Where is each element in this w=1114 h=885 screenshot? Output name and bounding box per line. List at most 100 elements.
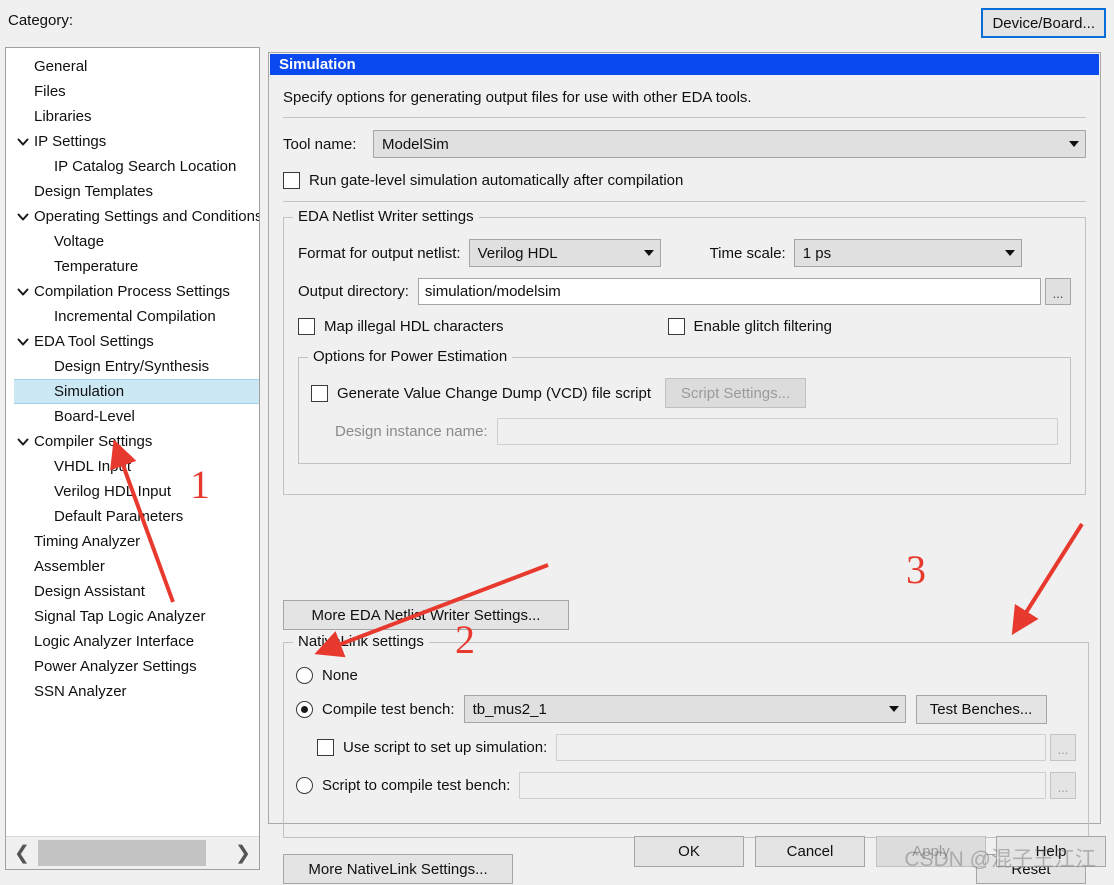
sidebar-item-simulation[interactable]: Simulation xyxy=(14,379,259,404)
nativelink-group-title: NativeLink settings xyxy=(293,633,429,650)
sidebar-item-label: Power Analyzer Settings xyxy=(34,658,197,675)
sidebar-item-eda-tool-settings[interactable]: EDA Tool Settings xyxy=(6,329,259,354)
sidebar-item-general[interactable]: General xyxy=(6,54,259,79)
sidebar-item-design-entry-synthesis[interactable]: Design Entry/Synthesis xyxy=(6,354,259,379)
settings-panel: Simulation Specify options for generatin… xyxy=(268,52,1101,884)
chevron-down-icon[interactable] xyxy=(16,204,30,229)
sidebar-item-label: Verilog HDL Input xyxy=(54,483,172,500)
power-group-title: Options for Power Estimation xyxy=(308,348,513,365)
sidebar-item-label: SSN Analyzer xyxy=(34,683,127,700)
run-gate-level-row[interactable]: Run gate-level simulation automatically … xyxy=(283,171,1086,189)
chevron-down-icon[interactable] xyxy=(16,279,30,304)
category-tree-list[interactable]: General Files Libraries IP Settings IP Catal… xyxy=(6,54,259,835)
map-illegal-hdl-label: Map illegal HDL characters xyxy=(324,317,504,335)
sidebar-item-label: IP Catalog Search Location xyxy=(54,158,237,175)
sidebar-item-label: Timing Analyzer xyxy=(34,533,141,550)
eda-netlist-writer-group: EDA Netlist Writer settings Format for o… xyxy=(283,208,1086,495)
chevron-down-icon xyxy=(1069,141,1079,147)
sidebar-item-ssn-analyzer[interactable]: SSN Analyzer xyxy=(6,679,259,704)
annotation-number-3: 3 xyxy=(906,547,926,592)
chevron-down-icon xyxy=(888,706,899,712)
sidebar-item-power-analyzer-settings[interactable]: Power Analyzer Settings xyxy=(6,654,259,679)
sidebar-item-label: Operating Settings and Conditions xyxy=(34,208,259,225)
compile-test-bench-label: Compile test bench: xyxy=(322,700,455,718)
script-compile-test-bench-label: Script to compile test bench: xyxy=(322,777,511,794)
sidebar-item-signal-tap-logic-analyzer[interactable]: Signal Tap Logic Analyzer xyxy=(6,604,259,629)
output-directory-row: Output directory: simulation/modelsim ..… xyxy=(298,278,1071,305)
sidebar-item-label: Design Entry/Synthesis xyxy=(54,358,210,375)
sidebar-item-design-templates[interactable]: Design Templates xyxy=(6,179,259,204)
ok-button[interactable]: OK xyxy=(634,836,744,867)
chevron-down-icon[interactable] xyxy=(16,429,30,454)
use-script-input xyxy=(556,734,1046,761)
sidebar-item-ip-catalog-search-location[interactable]: IP Catalog Search Location xyxy=(6,154,259,179)
sidebar-item-label: Assembler xyxy=(34,558,105,575)
sidebar-item-ip-settings[interactable]: IP Settings xyxy=(6,129,259,154)
enable-glitch-filtering-checkbox[interactable] xyxy=(667,317,685,335)
more-eda-netlist-writer-settings-button[interactable]: More EDA Netlist Writer Settings... xyxy=(283,600,569,630)
sidebar-item-verilog-hdl-input[interactable]: Verilog HDL Input xyxy=(6,479,259,504)
sidebar-item-incremental-compilation[interactable]: Incremental Compilation xyxy=(6,304,259,329)
chevron-down-icon[interactable] xyxy=(16,129,30,154)
sidebar-item-compilation-process-settings[interactable]: Compilation Process Settings xyxy=(6,279,259,304)
use-script-checkbox[interactable] xyxy=(317,739,334,756)
sidebar-item-design-assistant[interactable]: Design Assistant xyxy=(6,579,259,604)
cancel-button[interactable]: Cancel xyxy=(755,836,865,867)
panel-description: Specify options for generating output fi… xyxy=(283,89,752,106)
script-compile-row: Script to compile test bench: ... xyxy=(296,772,1076,799)
sidebar-item-label: IP Settings xyxy=(34,133,107,150)
compile-test-bench-select[interactable]: tb_mus2_1 xyxy=(463,695,906,723)
output-directory-label: Output directory: xyxy=(298,283,409,300)
sidebar-item-label: Incremental Compilation xyxy=(54,308,216,325)
sidebar-item-label: Temperature xyxy=(54,258,139,275)
generate-vcd-label: Generate Value Change Dump (VCD) file sc… xyxy=(337,384,652,402)
timescale-value: 1 ps xyxy=(802,244,832,262)
sidebar-item-label: Compiler Settings xyxy=(34,433,153,450)
sidebar-item-libraries[interactable]: Libraries xyxy=(6,104,259,129)
timescale-select[interactable]: 1 ps xyxy=(793,239,1022,267)
sidebar-item-compiler-settings[interactable]: Compiler Settings xyxy=(6,429,259,454)
sidebar-item-timing-analyzer[interactable]: Timing Analyzer xyxy=(6,529,259,554)
sidebar-item-label: EDA Tool Settings xyxy=(34,333,154,350)
sidebar-item-logic-analyzer-interface[interactable]: Logic Analyzer Interface xyxy=(6,629,259,654)
compile-test-bench-radio[interactable] xyxy=(296,700,313,718)
sidebar-item-label: VHDL Input xyxy=(54,458,131,475)
use-script-browse-button: ... xyxy=(1050,734,1076,761)
category-tree-panel: General Files Libraries IP Settings IP Catal… xyxy=(5,47,260,870)
output-directory-input[interactable]: simulation/modelsim xyxy=(417,278,1041,305)
sidebar-item-vhdl-input[interactable]: VHDL Input xyxy=(6,454,259,479)
chevron-down-icon xyxy=(643,250,654,256)
compile-test-bench-row: Compile test bench: tb_mus2_1 Test Bench… xyxy=(296,694,1076,724)
nativelink-none-radio[interactable] xyxy=(296,666,313,684)
sidebar-item-temperature[interactable]: Temperature xyxy=(6,254,259,279)
sidebar-item-label: Simulation xyxy=(54,383,125,400)
sidebar-item-label: Libraries xyxy=(34,108,92,125)
annotation-number-2: 2 xyxy=(455,617,475,662)
tool-name-select[interactable]: ModelSim xyxy=(373,130,1086,158)
sidebar-item-assembler[interactable]: Assembler xyxy=(6,554,259,579)
sidebar-item-default-parameters[interactable]: Default Parameters xyxy=(6,504,259,529)
sidebar-item-voltage[interactable]: Voltage xyxy=(6,229,259,254)
run-gate-level-checkbox[interactable] xyxy=(283,171,300,189)
output-netlist-format-select[interactable]: Verilog HDL xyxy=(468,239,661,267)
nativelink-none-row[interactable]: None xyxy=(296,664,1076,686)
output-directory-browse-button[interactable]: ... xyxy=(1045,278,1071,305)
timescale-label: Time scale: xyxy=(709,244,786,262)
sidebar-item-label: Files xyxy=(34,83,66,100)
test-benches-button[interactable]: Test Benches... xyxy=(915,694,1047,724)
use-script-label: Use script to set up simulation: xyxy=(343,739,548,756)
annotation-number-1: 1 xyxy=(190,462,210,507)
map-illegal-hdl-checkbox[interactable] xyxy=(298,317,315,335)
netlist-checkbox-row: Map illegal HDL characters Enable glitch… xyxy=(298,317,1071,335)
design-instance-row: Design instance name: xyxy=(311,418,1058,445)
design-instance-input xyxy=(496,418,1058,445)
eda-group-title: EDA Netlist Writer settings xyxy=(293,208,479,225)
generate-vcd-checkbox[interactable] xyxy=(311,384,328,402)
chevron-down-icon[interactable] xyxy=(16,329,30,354)
sidebar-item-files[interactable]: Files xyxy=(6,79,259,104)
script-compile-test-bench-radio[interactable] xyxy=(296,777,313,794)
sidebar-item-label: Logic Analyzer Interface xyxy=(34,633,195,650)
sidebar-item-board-level[interactable]: Board-Level xyxy=(6,404,259,429)
device-board-button[interactable]: Device/Board... xyxy=(981,8,1106,38)
sidebar-item-operating-settings-and-conditions[interactable]: Operating Settings and Conditions xyxy=(6,204,259,229)
